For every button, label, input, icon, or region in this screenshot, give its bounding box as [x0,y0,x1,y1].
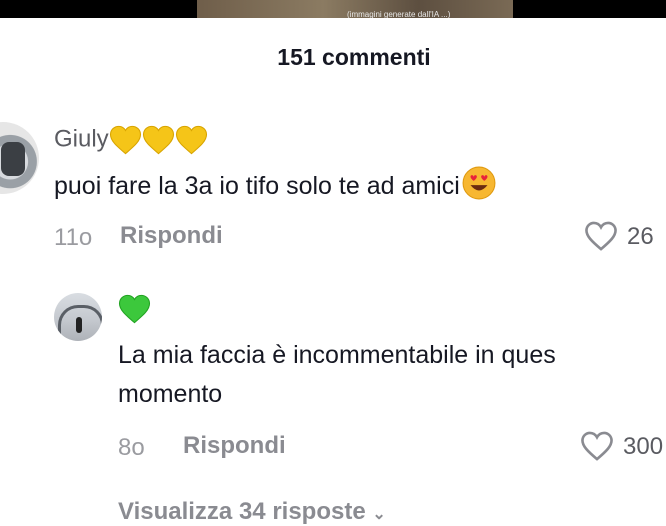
video-caption: (immagini generate dall'IA ...) [347,10,451,18]
comment-username[interactable]: Giuly [54,125,208,155]
yellow-heart-icon [109,125,141,155]
comment-timestamp: 8o [118,434,145,461]
comment-text: La mia faccia è incommentabile in ques m… [118,341,556,408]
reply-button[interactable]: Rispondi [183,432,286,460]
like-count: 26 [627,223,654,250]
avatar[interactable] [54,293,102,341]
heart-outline-icon[interactable] [583,220,619,252]
view-replies-link[interactable]: Visualizza 34 risposte ⌄ [118,498,386,526]
like-count: 300 [623,433,664,460]
reply-button[interactable]: Rispondi [120,222,223,250]
comment-timestamp: 11o [54,224,93,251]
chevron-down-icon: ⌄ [372,506,386,523]
video-thumbnail[interactable]: (immagini generate dall'IA ...) [197,0,513,18]
green-heart-icon [118,294,151,324]
avatar[interactable] [0,122,39,194]
comment-text: puoi fare la 3a io tifo solo te ad amici [54,166,496,206]
heart-outline-icon[interactable] [579,430,615,462]
comments-count-title: 151 commenti [277,44,431,70]
yellow-heart-icon [142,125,174,155]
heart-eyes-icon [462,166,496,200]
yellow-heart-icon [175,125,207,155]
